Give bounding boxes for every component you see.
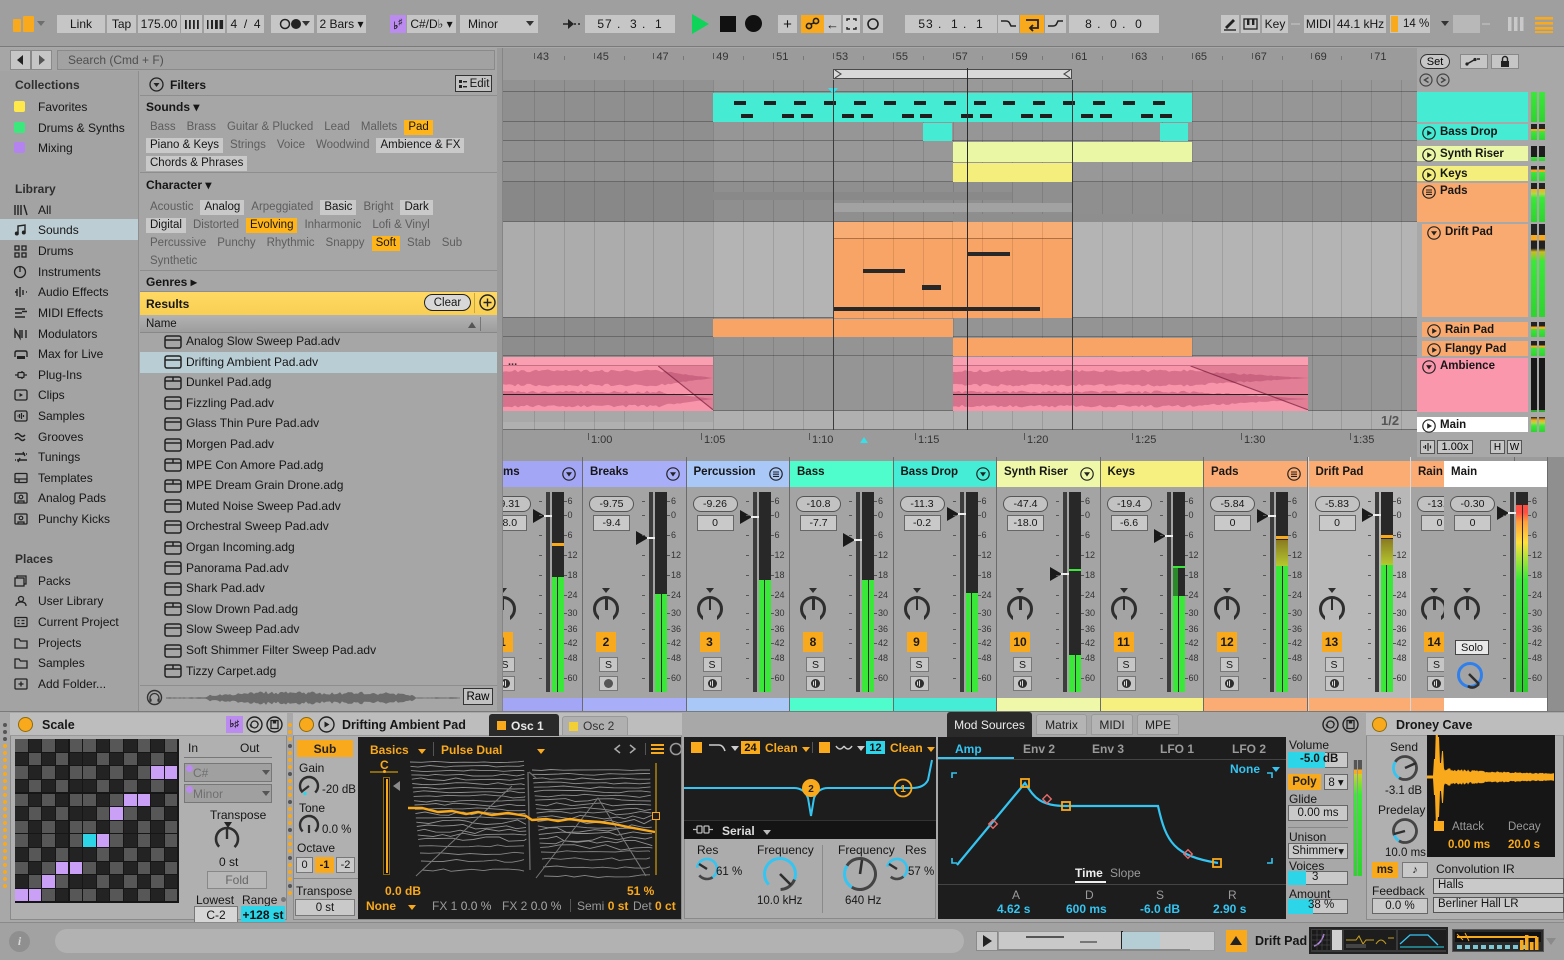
svg-text:0.00 ms: 0.00 ms	[1448, 839, 1490, 851]
svg-text:Attack: Attack	[1452, 821, 1484, 833]
svg-text:1: 1	[900, 784, 906, 795]
svg-text:2: 2	[808, 784, 814, 795]
svg-text:Decay: Decay	[1508, 821, 1541, 833]
svg-text:20.0 s: 20.0 s	[1508, 839, 1540, 851]
